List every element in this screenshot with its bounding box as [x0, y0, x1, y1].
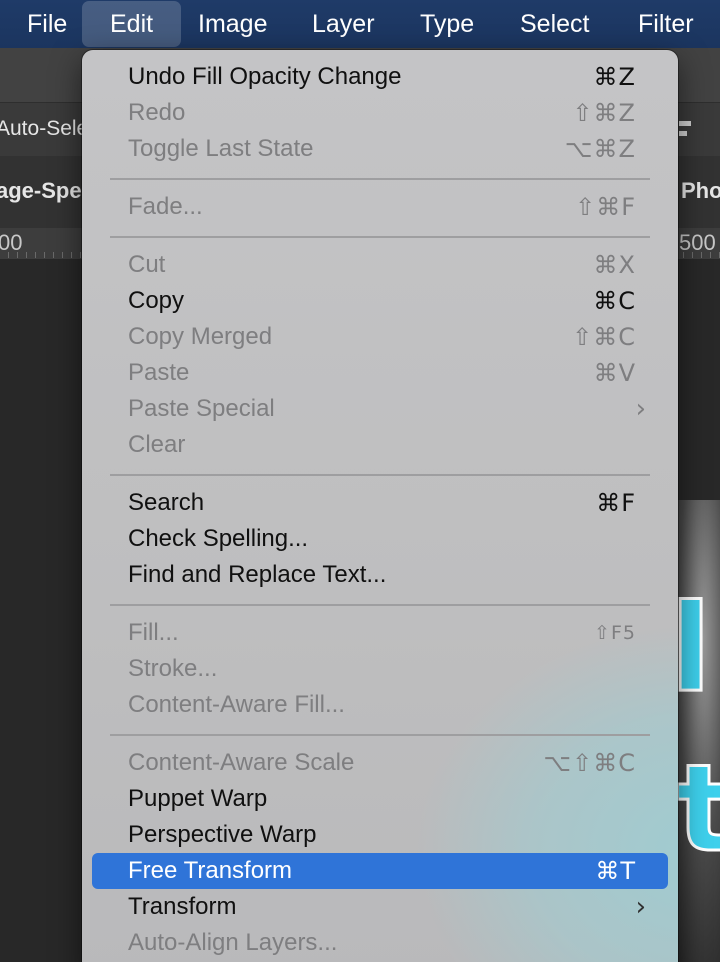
menu-item-label: Transform [128, 893, 237, 920]
menu-item-label: Search [128, 489, 205, 516]
menu-item-label: Content-Aware Scale [128, 749, 355, 776]
menu-item-puppet-warp[interactable]: Puppet Warp [92, 781, 668, 817]
menu-item-search[interactable]: Search ⌘F [92, 485, 668, 521]
menu-item-fill[interactable]: Fill... ⇧F5 [92, 615, 668, 651]
menu-item-shortcut: ⌘V [593, 359, 636, 387]
menu-item-shortcut: ⌥⌘Z [564, 135, 636, 163]
doc-tab-right[interactable]: Pho [681, 178, 720, 204]
menu-item-shortcut: ⌥⇧⌘C [543, 749, 636, 777]
menu-type[interactable]: Type [420, 0, 474, 48]
menu-item-label: Fade... [128, 193, 203, 220]
edit-menu: Undo Fill Opacity Change ⌘Z Redo ⇧⌘Z Tog… [82, 50, 678, 962]
menu-item-label: Undo Fill Opacity Change [128, 63, 402, 90]
menu-item-paste-special[interactable]: Paste Special › [92, 391, 668, 427]
menu-image[interactable]: Image [198, 0, 267, 48]
menu-separator [110, 604, 650, 606]
menu-edit[interactable]: Edit [82, 1, 182, 47]
menu-item-fade[interactable]: Fade... ⇧⌘F [92, 189, 668, 225]
menu-item-label: Toggle Last State [128, 135, 314, 162]
chevron-right-icon: › [635, 892, 646, 922]
menu-item-label: Clear [128, 431, 186, 458]
menu-item-shortcut: ⇧⌘C [572, 323, 636, 351]
ruler-number-right: 500 [679, 230, 716, 255]
menu-item-label: Fill... [128, 619, 179, 646]
menu-item-check-spelling[interactable]: Check Spelling... [92, 521, 668, 557]
menu-item-copy-merged[interactable]: Copy Merged ⇧⌘C [92, 319, 668, 355]
menu-item-label: Stroke... [128, 655, 218, 682]
menu-layer[interactable]: Layer [312, 0, 375, 48]
menu-item-label: Free Transform [128, 857, 293, 884]
menu-item-shortcut: ⌘Z [593, 63, 636, 91]
menu-item-label: Paste [128, 359, 190, 386]
menu-item-shortcut: ⌘C [593, 287, 636, 315]
menu-item-stroke[interactable]: Stroke... [92, 651, 668, 687]
menu-item-copy[interactable]: Copy ⌘C [92, 283, 668, 319]
menu-item-toggle-last-state[interactable]: Toggle Last State ⌥⌘Z [92, 131, 668, 167]
menu-item-label: Content-Aware Fill... [128, 691, 345, 718]
menu-item-shortcut: ⇧⌘F [575, 193, 636, 221]
menu-item-label: Copy [128, 287, 185, 314]
menu-item-label: Puppet Warp [128, 785, 268, 812]
menu-item-cut[interactable]: Cut ⌘X [92, 247, 668, 283]
menu-item-label: Perspective Warp [128, 821, 317, 848]
menu-separator [110, 178, 650, 180]
menu-item-auto-align-layers[interactable]: Auto-Align Layers... [92, 925, 668, 961]
menu-item-label: Auto-Align Layers... [128, 929, 338, 956]
menu-file[interactable]: File [27, 0, 67, 48]
menu-item-content-aware-scale[interactable]: Content-Aware Scale ⌥⇧⌘C [92, 745, 668, 781]
menu-separator [110, 734, 650, 736]
menu-item-label: Check Spelling... [128, 525, 309, 552]
menu-item-shortcut: ⌘X [593, 251, 636, 279]
auto-select-label[interactable]: Auto-Sele [0, 117, 88, 141]
menu-separator [110, 474, 650, 476]
chevron-right-icon: › [635, 394, 646, 424]
menu-filter[interactable]: Filter [638, 0, 694, 48]
menu-item-free-transform[interactable]: Free Transform ⌘T [92, 853, 668, 889]
menu-item-paste[interactable]: Paste ⌘V [92, 355, 668, 391]
menu-separator [110, 236, 650, 238]
menu-item-label: Cut [128, 251, 166, 278]
menu-item-label: Find and Replace Text... [128, 561, 387, 588]
menu-item-label: Paste Special [128, 395, 275, 422]
menu-item-redo[interactable]: Redo ⇧⌘Z [92, 95, 668, 131]
menu-select[interactable]: Select [520, 0, 589, 48]
ruler-number-left: 00 [0, 230, 23, 255]
menu-item-undo[interactable]: Undo Fill Opacity Change ⌘Z [92, 59, 668, 95]
menu-item-clear[interactable]: Clear [92, 427, 668, 463]
menu-item-transform[interactable]: Transform › [92, 889, 668, 925]
canvas-letter-shape: t [674, 739, 720, 881]
menu-item-label: Redo [128, 99, 186, 126]
menu-item-label: Copy Merged [128, 323, 273, 350]
menu-item-shortcut: ⇧F5 [594, 622, 636, 644]
menu-item-shortcut: ⌘F [596, 489, 636, 517]
menu-item-shortcut: ⇧⌘Z [572, 99, 636, 127]
menu-bar: File Edit Image Layer Type Select Filter [0, 0, 720, 48]
menu-item-find-replace-text[interactable]: Find and Replace Text... [92, 557, 668, 593]
menu-item-perspective-warp[interactable]: Perspective Warp [92, 817, 668, 853]
menu-item-content-aware-fill[interactable]: Content-Aware Fill... [92, 687, 668, 723]
doc-tab-left[interactable]: age-Spe [0, 178, 82, 204]
menu-item-shortcut: ⌘T [595, 857, 636, 885]
